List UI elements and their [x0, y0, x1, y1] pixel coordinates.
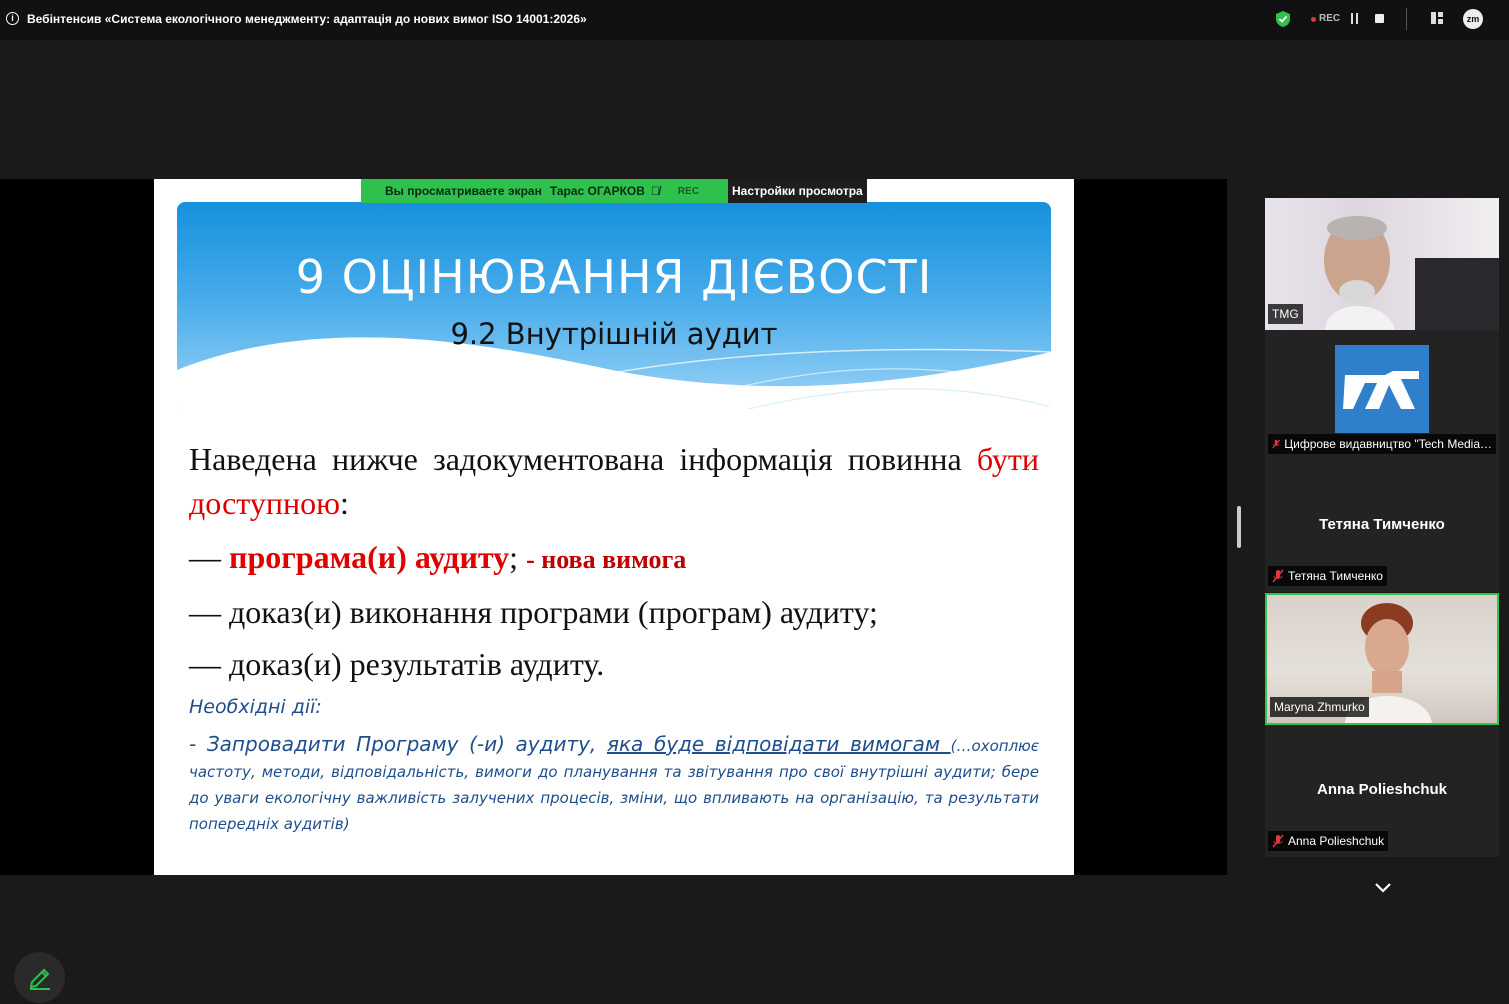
chevron-down-icon[interactable]	[1373, 880, 1393, 896]
participant-display-name: Тетяна Тимченко	[1319, 516, 1445, 533]
mic-muted-icon: 🎙̸	[650, 184, 660, 198]
mic-muted-icon	[1272, 834, 1284, 848]
pen-icon	[29, 968, 50, 990]
mic-muted-icon	[1272, 439, 1280, 449]
participant-tile[interactable]: TMG	[1265, 198, 1499, 330]
mic-muted-icon	[1272, 569, 1284, 583]
zoom-app-icon[interactable]: zm	[1463, 9, 1483, 29]
header-wave-decoration	[177, 337, 1051, 409]
toolbar-divider	[1406, 8, 1407, 30]
new-requirement-note: - нова вимога	[526, 545, 687, 574]
panel-resize-handle[interactable]	[1237, 506, 1241, 548]
shield-check-icon[interactable]	[1274, 10, 1292, 28]
info-icon[interactable]: i	[6, 12, 19, 25]
slide-subtitle: 9.2 Внутрішній аудит	[450, 317, 778, 351]
tech-media-logo	[1335, 345, 1429, 433]
participant-name-label: TMG	[1268, 304, 1303, 324]
layout-view-icon[interactable]	[1431, 12, 1443, 24]
annotate-pen-button[interactable]	[14, 952, 65, 1003]
participant-tile[interactable]: Anna Polieshchuk Anna Polieshchuk	[1265, 725, 1499, 857]
slide-body: Наведена нижче задокументована інформаці…	[189, 437, 1039, 836]
screen-share-banner: Вы просматриваете экран Тарас ОГАРКОВ 🎙̸…	[361, 179, 742, 203]
participant-name-label: Цифрове видавництво "Tech Media…	[1268, 434, 1496, 454]
actions-title: Необхідні дії:	[189, 696, 322, 718]
participant-display-name: Anna Polieshchuk	[1316, 781, 1448, 798]
recording-label: REC	[1319, 13, 1341, 24]
viewing-screen-text: Вы просматриваете экран	[385, 184, 542, 198]
window-titlebar: i Вебінтенсив «Система екологічного мене…	[0, 0, 1509, 40]
actions-text: - Запровадити Програму (-и) аудиту, яка …	[189, 732, 1040, 833]
participant-name-label: Maryna Zhmurko	[1270, 697, 1369, 717]
participant-tile[interactable]: Цифрове видавництво "Tech Media…	[1265, 330, 1499, 460]
slide-header: 9 ОЦІНЮВАННЯ ДІЄВОСТІ 9.2 Внутрішній ауд…	[177, 202, 1051, 409]
intro-paragraph: Наведена нижче задокументована інформаці…	[189, 441, 1039, 521]
presenter-name: Тарас ОГАРКОВ	[549, 184, 645, 198]
participant-tile-active-speaker[interactable]: Maryna Zhmurko	[1265, 593, 1499, 725]
participant-name-label: Тетяна Тимченко	[1268, 566, 1387, 586]
presentation-slide: 9 ОЦІНЮВАННЯ ДІЄВОСТІ 9.2 Внутрішній ауд…	[154, 179, 1074, 875]
item-audit-evidence: — доказ(и) виконання програми (програм) …	[189, 594, 878, 630]
item-audit-results: — доказ(и) результатів аудиту.	[189, 646, 605, 682]
view-options-button[interactable]: Настройки просмотра	[728, 179, 867, 203]
banner-rec-label: REC	[677, 185, 700, 197]
stop-recording-icon[interactable]	[1375, 14, 1384, 23]
slide-title: 9 ОЦІНЮВАННЯ ДІЄВОСТІ	[295, 250, 933, 304]
meeting-title: Вебінтенсив «Система екологічного менедж…	[27, 12, 587, 26]
pause-recording-icon[interactable]	[1350, 13, 1359, 24]
item-audit-program: — програма(и) аудиту; - нова вимога	[189, 539, 687, 575]
participant-name-label: Anna Polieshchuk	[1268, 831, 1389, 851]
recording-dot-icon	[1311, 17, 1316, 22]
participant-tile[interactable]: Тетяна Тимченко Тетяна Тимченко	[1265, 460, 1499, 592]
